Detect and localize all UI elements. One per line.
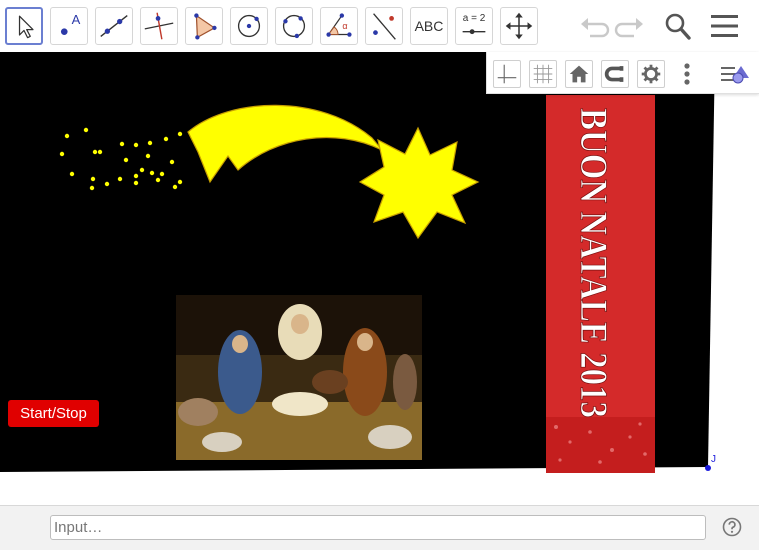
axes-toggle[interactable] bbox=[493, 60, 521, 88]
line-tool[interactable] bbox=[95, 7, 133, 45]
move-graphics-icon bbox=[505, 12, 533, 40]
redo-button[interactable] bbox=[614, 12, 646, 40]
undo-icon bbox=[581, 18, 610, 38]
redo-icon bbox=[614, 18, 643, 38]
search-button[interactable] bbox=[662, 12, 694, 40]
perpendicular-line-icon bbox=[144, 12, 174, 40]
input-field[interactable] bbox=[50, 515, 706, 540]
graphics-style-bar bbox=[486, 52, 759, 94]
reflect-tool[interactable] bbox=[365, 7, 403, 45]
style-bar-toggle[interactable] bbox=[719, 60, 753, 88]
start-stop-button[interactable]: Start/Stop bbox=[8, 400, 99, 427]
polygon-tool[interactable] bbox=[185, 7, 223, 45]
search-icon bbox=[665, 13, 691, 40]
slider-icon bbox=[462, 29, 486, 35]
toolbar: A α ABC a = 2 bbox=[0, 0, 759, 52]
more-options-button[interactable] bbox=[673, 60, 701, 88]
move-graphics-tool[interactable] bbox=[500, 7, 538, 45]
grid-icon bbox=[533, 64, 553, 84]
angle-tool[interactable]: α bbox=[320, 7, 358, 45]
circle-center-tool[interactable] bbox=[230, 7, 268, 45]
reflect-line-icon bbox=[373, 13, 396, 40]
line-through-points-icon bbox=[100, 15, 128, 37]
circle-three-points-tool[interactable] bbox=[275, 7, 313, 45]
help-icon[interactable] bbox=[722, 517, 742, 537]
cursor-arrow-icon bbox=[18, 15, 34, 39]
point-capturing-icon bbox=[604, 66, 624, 82]
point-j[interactable] bbox=[705, 465, 711, 471]
home-icon bbox=[569, 65, 589, 83]
more-vertical-icon bbox=[684, 63, 690, 85]
banner-text: BUON NATALE 2013 bbox=[572, 108, 615, 418]
style-bar-toggle-icon bbox=[721, 66, 749, 84]
grid-toggle[interactable] bbox=[529, 60, 557, 88]
move-tool[interactable] bbox=[5, 7, 43, 45]
greeting-banner: BUON NATALE 2013 bbox=[546, 95, 655, 473]
input-bar bbox=[0, 505, 759, 550]
text-tool[interactable]: ABC bbox=[410, 7, 448, 45]
text-tool-label: ABC bbox=[414, 18, 444, 34]
axes-icon bbox=[497, 64, 517, 84]
slider-tool[interactable]: a = 2 bbox=[455, 7, 493, 45]
angle-tool-label: α bbox=[342, 21, 348, 31]
point-tool-label: A bbox=[71, 12, 81, 27]
main-menu-button[interactable] bbox=[709, 12, 741, 40]
graphics-settings-button[interactable] bbox=[637, 60, 665, 88]
standard-view-button[interactable] bbox=[565, 60, 593, 88]
nativity-image bbox=[176, 295, 422, 460]
polygon-icon bbox=[194, 13, 217, 40]
perpendicular-tool[interactable] bbox=[140, 7, 178, 45]
point-j-label: J bbox=[711, 454, 716, 465]
graphics-canvas: BUON NATALE 2013 bbox=[0, 52, 715, 473]
graphics-view[interactable]: BUON NATALE 2013 bbox=[0, 52, 759, 505]
circle-center-point-icon bbox=[237, 14, 261, 38]
hamburger-menu-icon bbox=[711, 15, 738, 37]
settings-gear-icon bbox=[641, 64, 661, 84]
circle-three-points-icon bbox=[282, 14, 306, 39]
point-capturing-toggle[interactable] bbox=[601, 60, 629, 88]
point-tool[interactable]: A bbox=[50, 7, 88, 45]
undo-button[interactable] bbox=[578, 12, 610, 40]
